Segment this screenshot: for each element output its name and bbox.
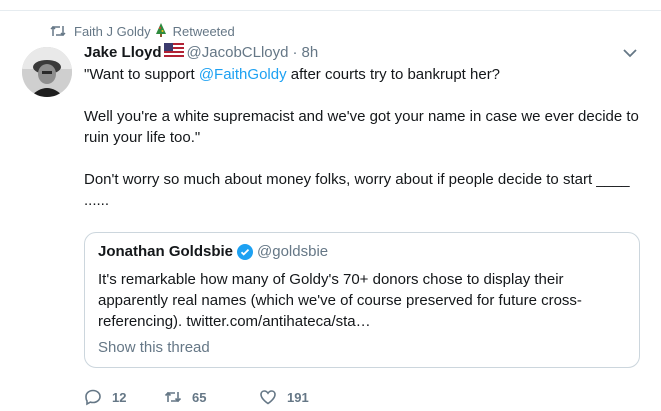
reply-icon	[85, 389, 101, 406]
reply-count: 12	[112, 389, 127, 405]
reply-button[interactable]: 12	[84, 388, 164, 406]
retweet-button[interactable]: 65	[164, 388, 259, 406]
us-flag-icon	[163, 43, 184, 61]
tweet-text-line-1: "Want to support @FaithGoldy after court…	[84, 66, 501, 83]
author-handle[interactable]: @JacobCLloyd	[187, 44, 289, 61]
retweeted-label: Retweeted	[172, 23, 235, 39]
quoted-tweet-header: Jonathan Goldsbie @goldsbie	[98, 243, 328, 260]
chevron-down-icon[interactable]	[622, 46, 638, 58]
separator: ·	[292, 43, 298, 61]
tweet-actions: 12 65 191	[84, 386, 339, 408]
quoted-author-name: Jonathan Goldsbie	[98, 243, 234, 260]
heart-icon	[260, 390, 276, 405]
quoted-tweet-card[interactable]: Jonathan Goldsbie @goldsbie It's remarka…	[84, 232, 640, 368]
timeline-top-divider	[0, 0, 661, 11]
tweet-header: Jake Lloyd @JacobCLloyd · 8h	[84, 41, 318, 63]
tweet-text-paragraph-2: Well you're a white supremacist and we'v…	[84, 108, 639, 146]
tweet-text-paragraph-3: Don't worry so much about money folks, w…	[84, 171, 630, 209]
retweet-context: Faith J Goldy Retweeted	[50, 22, 235, 40]
tweet-time[interactable]: 8h	[302, 44, 319, 61]
retweet-icon	[164, 391, 182, 403]
show-thread-link[interactable]: Show this thread	[98, 339, 210, 356]
like-count: 191	[287, 389, 309, 405]
verified-badge-icon	[237, 243, 254, 260]
retweeter-name[interactable]: Faith J Goldy	[74, 24, 151, 39]
quoted-tweet-text: It's remarkable how many of Goldy's 70+ …	[98, 271, 582, 330]
christmas-tree-icon	[155, 22, 167, 40]
retweet-icon	[50, 24, 66, 38]
quoted-author-handle: @goldsbie	[257, 243, 329, 260]
tweet-text: "Want to support @FaithGoldy after court…	[84, 64, 644, 211]
like-button[interactable]: 191	[259, 388, 339, 406]
mention-link[interactable]: @FaithGoldy	[199, 66, 287, 83]
author-name[interactable]: Jake Lloyd	[84, 44, 162, 61]
retweet-count: 65	[192, 389, 207, 405]
avatar[interactable]	[22, 47, 72, 97]
